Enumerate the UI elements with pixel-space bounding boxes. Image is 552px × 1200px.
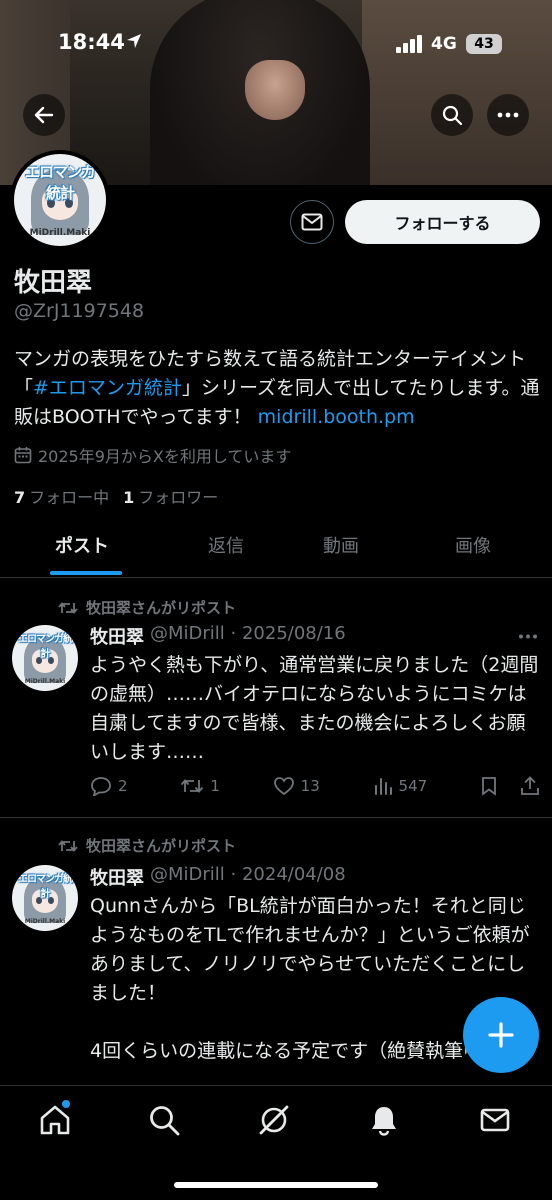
follow-button[interactable]: フォローする [345,200,540,244]
profile-name: 牧田翠 [14,268,93,298]
repost-icon [58,839,78,852]
post-text: ようやく熱も下がり、通常営業に戻りました（2週間の虚無）……バイオテロにならない… [90,654,539,763]
bio-booth-link[interactable]: midrill.booth.pm [258,406,415,428]
repost-count: 1 [210,777,220,795]
active-tab-indicator [50,571,122,575]
views-chart-icon [374,778,392,795]
avatar-subtitle: MiDrill.Maki [24,918,66,926]
bookmark-icon[interactable] [480,776,498,796]
joined-date: 2025年9月からXを利用しています [14,443,291,467]
post-item[interactable]: 牧田翠さんがリポスト エロマンガ統計 MiDrill.Maki 牧田翠 @MiD… [0,818,552,1108]
profile-tabs: ポスト 返信 動画 画像 [0,522,552,578]
back-arrow-icon [34,106,54,124]
avatar-title: エロマンガ統計 [24,163,96,203]
repost-label: 牧田翠さんがリポスト [86,837,237,855]
post-item[interactable]: 牧田翠さんがリポスト エロマンガ統計 MiDrill.Maki 牧田翠 @MiD… [0,578,552,818]
share-icon[interactable] [520,776,540,796]
post-avatar[interactable]: エロマンガ統計 MiDrill.Maki [12,865,78,931]
notification-dot [62,1100,70,1108]
back-button[interactable] [23,94,65,136]
avatar-title: エロマンガ統計 [17,874,73,901]
grok-icon[interactable] [257,1103,291,1137]
signal-icon [396,35,422,53]
status-bar: 18:44 4G 43 [0,0,552,90]
repost-icon [181,779,204,793]
following-link[interactable]: 7 フォロー中 [14,484,109,508]
home-indicator [174,1182,378,1188]
following-count: 7 [14,488,26,507]
envelope-icon [301,213,323,231]
calendar-icon [14,447,32,464]
compose-button[interactable] [463,997,539,1073]
heart-icon [273,777,294,796]
messages-envelope-icon[interactable] [478,1103,512,1137]
followers-link[interactable]: 1 フォロワー [123,484,218,508]
notifications-bell-icon[interactable] [367,1103,401,1137]
more-icon [519,634,537,639]
network-type: 4G [431,34,457,54]
reply-count: 2 [118,777,128,795]
search-button[interactable] [431,94,473,136]
post-extra-actions [480,776,540,796]
status-time: 18:44 [58,30,125,54]
like-button[interactable]: 13 [273,776,320,796]
post-header: 牧田翠 @MiDrill · 2024/04/08 [90,864,346,890]
like-count: 13 [300,777,320,795]
repost-indicator: 牧田翠さんがリポスト [58,597,236,618]
post-avatar[interactable]: エロマンガ統計 MiDrill.Maki [12,625,78,691]
post-handle-date[interactable]: @MiDrill · 2024/04/08 [150,864,346,890]
more-icon [497,112,519,118]
search-icon[interactable] [147,1103,181,1137]
repost-icon [58,601,78,614]
tab-videos[interactable]: 動画 [323,522,359,578]
profile-bio: マンガの表現をひたすら数えて語る統計エンターテイメント「#エロマンガ統計」シリー… [14,345,544,432]
avatar-subtitle: MiDrill.Maki [29,227,91,238]
reply-button[interactable]: 2 [90,776,128,796]
avatar-title: エロマンガ統計 [17,634,73,661]
tab-posts[interactable]: ポスト [55,522,109,578]
followers-label: フォロワー [138,488,219,507]
tab-images[interactable]: 画像 [455,522,491,578]
message-button[interactable] [290,200,334,244]
views-button[interactable]: 547 [373,776,428,796]
post-author-name[interactable]: 牧田翠 [90,623,144,649]
repost-indicator: 牧田翠さんがリポスト [58,835,236,856]
location-arrow-icon [127,34,141,48]
bio-hashtag-link[interactable]: #エロマンガ統計 [33,377,182,399]
plus-icon [488,1022,514,1048]
view-count: 547 [398,777,428,795]
repost-button[interactable]: 1 [180,776,220,796]
more-options-button[interactable] [487,94,529,136]
repost-label: 牧田翠さんがリポスト [86,599,237,617]
search-icon [442,105,463,126]
reply-icon [91,777,111,796]
profile-handle: @ZrJ1197548 [14,300,145,322]
post-header: 牧田翠 @MiDrill · 2025/08/16 [90,623,346,649]
post-more-button[interactable] [518,623,538,644]
joined-text: 2025年9月からXを利用しています [38,447,292,466]
post-author-name[interactable]: 牧田翠 [90,864,144,890]
followers-count: 1 [123,488,135,507]
profile-avatar[interactable]: エロマンガ統計 MiDrill.Maki [10,150,110,250]
post-actions: 2 1 13 547 [90,776,540,796]
tab-replies[interactable]: 返信 [208,522,244,578]
battery-indicator: 43 [466,34,502,54]
follow-stats: 7 フォロー中 1 フォロワー [14,484,218,508]
avatar-subtitle: MiDrill.Maki [24,678,66,686]
following-label: フォロー中 [29,488,110,507]
avatar-image: エロマンガ統計 MiDrill.Maki [14,154,106,246]
post-handle-date[interactable]: @MiDrill · 2025/08/16 [150,623,346,649]
home-icon[interactable] [38,1103,72,1137]
